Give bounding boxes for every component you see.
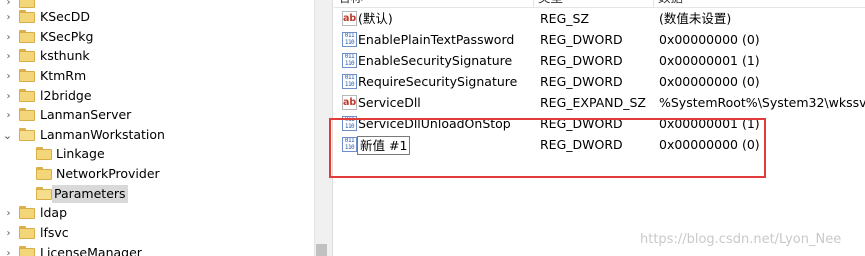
folder-icon	[19, 108, 35, 121]
value-name: ServiceDll	[358, 95, 421, 110]
folder-icon	[19, 206, 35, 219]
value-name: RequireSecuritySignature	[358, 74, 518, 89]
tree-item-networkprovider[interactable]: NetworkProvider	[0, 164, 314, 184]
value-name: EnablePlainTextPassword	[358, 32, 515, 47]
tree-item-lfsvc[interactable]: › lfsvc	[0, 223, 314, 243]
chevron-right-icon[interactable]: ›	[4, 207, 13, 219]
value-type: REG_SZ	[540, 11, 590, 26]
registry-tree: › › KSecDD › KSecPkg › ksthunk › KtmRm ›…	[0, 0, 315, 256]
tree-item-label: LicenseManager	[40, 245, 142, 256]
folder-icon	[19, 89, 35, 102]
value-data: 0x00000001 (1)	[659, 53, 760, 68]
chevron-right-icon[interactable]: ›	[4, 227, 13, 239]
chevron-right-icon[interactable]: ›	[4, 109, 13, 121]
chevron-right-icon[interactable]: ›	[4, 50, 13, 62]
value-row[interactable]: ab ServiceDll REG_EXPAND_SZ %SystemRoot%…	[334, 92, 865, 113]
tree-item-ksthunk[interactable]: › ksthunk	[0, 46, 314, 66]
chevron-right-icon[interactable]: ›	[4, 90, 13, 102]
folder-icon	[19, 226, 35, 239]
chevron-right-icon[interactable]: ›	[4, 31, 13, 43]
tree-item-parameters[interactable]: Parameters	[0, 184, 314, 204]
tree-scrollbar[interactable]	[314, 0, 329, 256]
watermark-text: https://blog.csdn.net/Lyon_Nee	[640, 232, 842, 247]
value-type: REG_EXPAND_SZ	[540, 95, 646, 110]
value-row[interactable]: 011 110 RequireSecuritySignature REG_DWO…	[334, 71, 865, 92]
string-value-icon: ab	[342, 11, 357, 26]
tree-scrollbar-thumb[interactable]	[316, 244, 327, 256]
tree-item-ktmrm[interactable]: › KtmRm	[0, 66, 314, 86]
tree-item-label: l2bridge	[40, 88, 92, 103]
folder-icon	[36, 147, 52, 160]
tree-item-label: ksthunk	[40, 48, 90, 63]
tree-item-ksecdd[interactable]: › KSecDD	[0, 7, 314, 27]
tree-item-label: KSecDD	[40, 9, 90, 24]
value-row[interactable]: 011 110 EnableSecuritySignature REG_DWOR…	[334, 50, 865, 71]
tree-item-label: Parameters	[52, 185, 128, 203]
annotation-highlight-box	[329, 118, 766, 178]
folder-icon	[19, 49, 35, 62]
tree-item-label: LanmanServer	[40, 107, 132, 122]
folder-icon	[36, 167, 52, 180]
tree-item-label: ldap	[40, 205, 68, 220]
tree-item-lanmanworkstation[interactable]: ⌄ LanmanWorkstation	[0, 125, 314, 145]
tree-item-linkage[interactable]: Linkage	[0, 144, 314, 164]
tree-item-label: LanmanWorkstation	[40, 127, 165, 142]
value-type: REG_DWORD	[540, 74, 623, 89]
value-data: 0x00000000 (0)	[659, 32, 760, 47]
open-folder-icon	[36, 187, 52, 200]
open-folder-icon	[19, 128, 35, 141]
value-type: REG_DWORD	[540, 53, 623, 68]
tree-item-ldap[interactable]: › ldap	[0, 203, 314, 223]
value-data: (数值未设置)	[659, 11, 732, 26]
folder-icon	[19, 30, 35, 43]
folder-icon	[19, 246, 35, 256]
folder-icon	[19, 69, 35, 82]
tree-item-licensemanager[interactable]: › LicenseManager	[0, 243, 314, 256]
value-row[interactable]: 011 110 EnablePlainTextPassword REG_DWOR…	[334, 29, 865, 50]
value-type: REG_DWORD	[540, 32, 623, 47]
tree-item-label: lfsvc	[40, 225, 69, 240]
string-value-icon: ab	[342, 95, 357, 110]
chevron-right-icon[interactable]: ›	[4, 247, 13, 256]
chevron-right-icon[interactable]: ›	[4, 70, 13, 82]
chevron-right-icon[interactable]: ›	[4, 11, 13, 23]
value-name: EnableSecuritySignature	[358, 53, 513, 68]
tree-item-ksecpkg[interactable]: › KSecPkg	[0, 27, 314, 47]
tree-item-label: KtmRm	[40, 68, 87, 83]
tree-item-label: KSecPkg	[40, 29, 94, 44]
tree-item-lanmanserver[interactable]: › LanmanServer	[0, 105, 314, 125]
chevron-down-icon[interactable]: ⌄	[3, 129, 12, 142]
value-data: 0x00000000 (0)	[659, 74, 760, 89]
value-name: (默认)	[358, 11, 393, 26]
tree-item-l2bridge[interactable]: › l2bridge	[0, 86, 314, 106]
folder-icon	[19, 10, 35, 23]
value-row[interactable]: ab (默认) REG_SZ (数值未设置)	[334, 8, 865, 29]
binary-value-icon: 011 110	[342, 32, 357, 47]
binary-value-icon: 011 110	[342, 53, 357, 68]
value-data: %SystemRoot%\System32\wkssvc.d	[659, 95, 865, 110]
tree-item-label: NetworkProvider	[56, 166, 160, 181]
binary-value-icon: 011 110	[342, 74, 357, 89]
tree-item-label: Linkage	[56, 146, 105, 161]
